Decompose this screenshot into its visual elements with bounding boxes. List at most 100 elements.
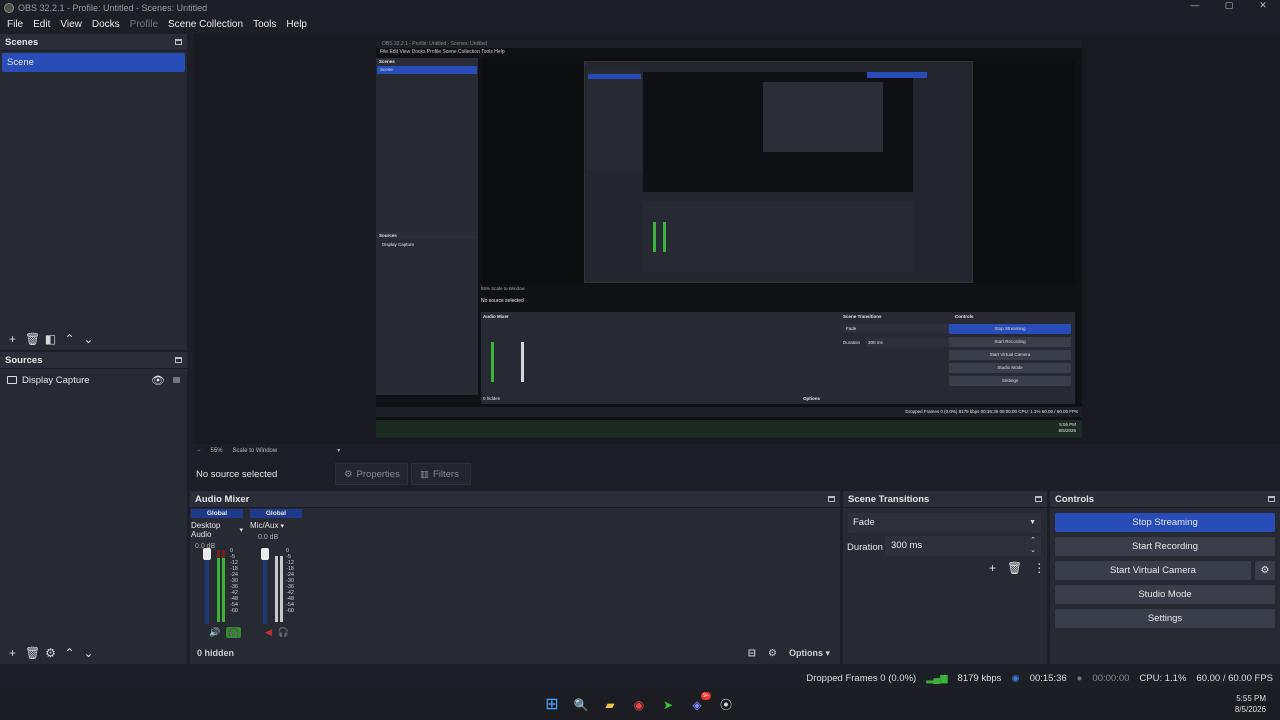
monitor-icon <box>7 376 17 384</box>
global-badge: Global <box>191 509 243 518</box>
menu-help[interactable]: Help <box>281 19 312 30</box>
chevron-down-icon: ▾ <box>825 647 830 658</box>
duration-input[interactable]: 300 ms ⌃ ⌄ <box>885 536 1041 556</box>
discord-icon[interactable]: ◈ 9+ <box>686 692 711 716</box>
float-dock-icon[interactable] <box>1268 496 1275 502</box>
taskbar-apps: ⊞ 🔍 ▰ ◉ ➤ ◈ 9+ ⦿ <box>541 692 737 716</box>
preview-canvas[interactable]: OBS 32.2.1 - Profile: Untitled - Scenes:… <box>193 34 1280 444</box>
meter-bar-right <box>222 556 225 622</box>
properties-button[interactable]: ⚙ Properties <box>335 463 408 485</box>
remove-scene-icon[interactable]: 🗑 <box>25 332 40 346</box>
speaker-icon[interactable]: 🔊 <box>209 627 220 638</box>
start-virtual-camera-button[interactable]: Start Virtual Camera <box>1055 561 1251 580</box>
move-down-icon[interactable]: ⌄ <box>82 646 95 660</box>
float-dock-icon[interactable] <box>828 496 835 502</box>
start-recording-button[interactable]: Start Recording <box>1055 537 1275 556</box>
add-transition-icon[interactable]: + <box>989 561 996 575</box>
move-up-icon[interactable]: ⌃ <box>63 646 76 660</box>
float-dock-icon[interactable] <box>1035 496 1042 502</box>
headphones-monitor-icon[interactable]: 🎧 <box>226 627 242 638</box>
nested-sources-title: Sources <box>376 232 478 239</box>
menu-scene-collection[interactable]: Scene Collection <box>163 19 248 30</box>
minimize-button[interactable]: — <box>1178 0 1212 11</box>
scene-filters-icon[interactable]: ◧ <box>44 332 57 346</box>
desktop-scale: 0 -5 -12 -18 -24 -30 -36 -42 -48 -54 -60 <box>230 548 238 614</box>
nested-hidden: 0 hidden <box>483 396 501 401</box>
vcam-settings-gear-icon[interactable]: ⚙ <box>1255 561 1275 580</box>
more-options-icon[interactable]: ⋮ <box>1033 561 1045 575</box>
audio-mixer-title-bar: Audio Mixer <box>190 491 840 508</box>
lock-icon[interactable] <box>173 377 180 383</box>
sources-title: Sources <box>5 354 43 366</box>
volume-slider-handle[interactable] <box>261 548 269 560</box>
windows-start-icon[interactable]: ⊞ <box>541 694 563 716</box>
menu-bar: File Edit View Docks Profile Scene Colle… <box>0 15 1280 33</box>
menu-profile[interactable]: Profile <box>125 19 163 30</box>
dropped-frames: Dropped Frames 0 (0.0%) <box>806 673 917 684</box>
source-list-item[interactable]: Display Capture 👁 <box>0 371 187 389</box>
transition-tools: + 🗑 ⋮ <box>989 561 1045 575</box>
nested-no-selection: No source selected <box>481 298 524 304</box>
source-label: Display Capture <box>22 374 90 386</box>
global-badge: Global <box>250 509 302 518</box>
spin-down-icon[interactable]: ⌄ <box>1030 546 1036 556</box>
add-source-icon[interactable]: + <box>6 646 19 660</box>
advanced-audio-icon[interactable]: ⚙ <box>768 648 777 659</box>
nested-preview <box>481 58 1075 284</box>
float-dock-icon[interactable] <box>175 357 182 363</box>
headphones-monitor-icon[interactable]: 🎧 <box>278 627 289 638</box>
menu-view[interactable]: View <box>55 19 87 30</box>
scenes-title: Scenes <box>5 36 39 48</box>
deep-stop-streaming <box>867 72 927 78</box>
scenes-dock-title: Scenes <box>0 34 187 51</box>
channel-name[interactable]: Mic/Aux ▾ <box>250 521 302 530</box>
spin-up-icon[interactable]: ⌃ <box>1030 536 1036 546</box>
menu-file[interactable]: File <box>2 19 28 30</box>
chrome-icon[interactable]: ◉ <box>628 694 650 716</box>
transition-select[interactable]: Fade ▼ <box>848 513 1041 533</box>
maximize-button[interactable]: ▢ <box>1212 0 1246 11</box>
float-dock-icon[interactable] <box>175 39 182 45</box>
zoom-out-icon[interactable]: − <box>197 448 201 454</box>
close-button[interactable]: ✕ <box>1246 0 1280 11</box>
duration-spinner[interactable]: ⌃ ⌄ <box>1030 536 1036 556</box>
visibility-eye-icon[interactable]: 👁 <box>151 374 165 387</box>
scale-mode-chevron-icon[interactable]: ▾ <box>337 447 340 454</box>
stop-streaming-button[interactable]: Stop Streaming <box>1055 513 1275 532</box>
hidden-count[interactable]: 0 hidden <box>197 648 234 658</box>
nested-duration-value: 300 ms <box>865 338 949 347</box>
remove-source-icon[interactable]: 🗑 <box>25 646 40 660</box>
filters-button[interactable]: ▥ Filters <box>411 463 471 485</box>
options-button[interactable]: Options ▾ <box>789 648 830 659</box>
obs-taskbar-icon[interactable]: ⦿ <box>715 694 737 716</box>
source-properties-gear-icon[interactable]: ⚙ <box>44 646 57 660</box>
nested-scenes-title: Scenes <box>376 58 478 65</box>
fps-readout: 60.00 / 60.00 FPS <box>1196 673 1273 684</box>
menu-docks[interactable]: Docks <box>87 19 125 30</box>
studio-mode-button[interactable]: Studio Mode <box>1055 585 1275 604</box>
nested-audio-title: Audio Mixer <box>483 314 509 319</box>
scale-mode-select[interactable]: Scale to Window <box>233 448 278 454</box>
layout-icon[interactable]: ⊟ <box>748 648 756 659</box>
deep-scenes-dock <box>587 70 642 170</box>
menu-edit[interactable]: Edit <box>28 19 55 30</box>
nested-bottom-docks: Audio Mixer 0 hidden Options Scene Trans… <box>481 312 1075 404</box>
move-up-icon[interactable]: ⌃ <box>63 332 76 346</box>
audio-mixer-footer: 0 hidden ⊟ ⚙ Options ▾ <box>190 642 840 664</box>
remove-transition-icon[interactable]: 🗑 <box>1007 561 1022 575</box>
file-explorer-icon[interactable]: ▰ <box>599 694 621 716</box>
menu-tools[interactable]: Tools <box>248 19 281 30</box>
settings-button[interactable]: Settings <box>1055 609 1275 628</box>
channel-name[interactable]: Desktop Audio ▾ <box>191 521 243 539</box>
scene-list-item[interactable]: Scene <box>2 53 185 72</box>
gear-icon: ⚙ <box>344 468 353 480</box>
volume-slider-handle[interactable] <box>203 548 211 560</box>
title-bar: OBS 32.2.1 - Profile: Untitled - Scenes:… <box>0 0 1280 15</box>
scenes-dock: Scenes Scene + 🗑 ◧ ⌃ ⌄ <box>0 34 187 350</box>
search-icon[interactable]: 🔍 <box>570 694 592 716</box>
add-scene-icon[interactable]: + <box>6 332 19 346</box>
move-down-icon[interactable]: ⌄ <box>82 332 95 346</box>
muted-speaker-icon[interactable]: ◀ <box>265 627 272 638</box>
green-app-icon[interactable]: ➤ <box>657 694 679 716</box>
system-clock[interactable]: 5:55 PM 8/5/2026 <box>1235 693 1266 715</box>
